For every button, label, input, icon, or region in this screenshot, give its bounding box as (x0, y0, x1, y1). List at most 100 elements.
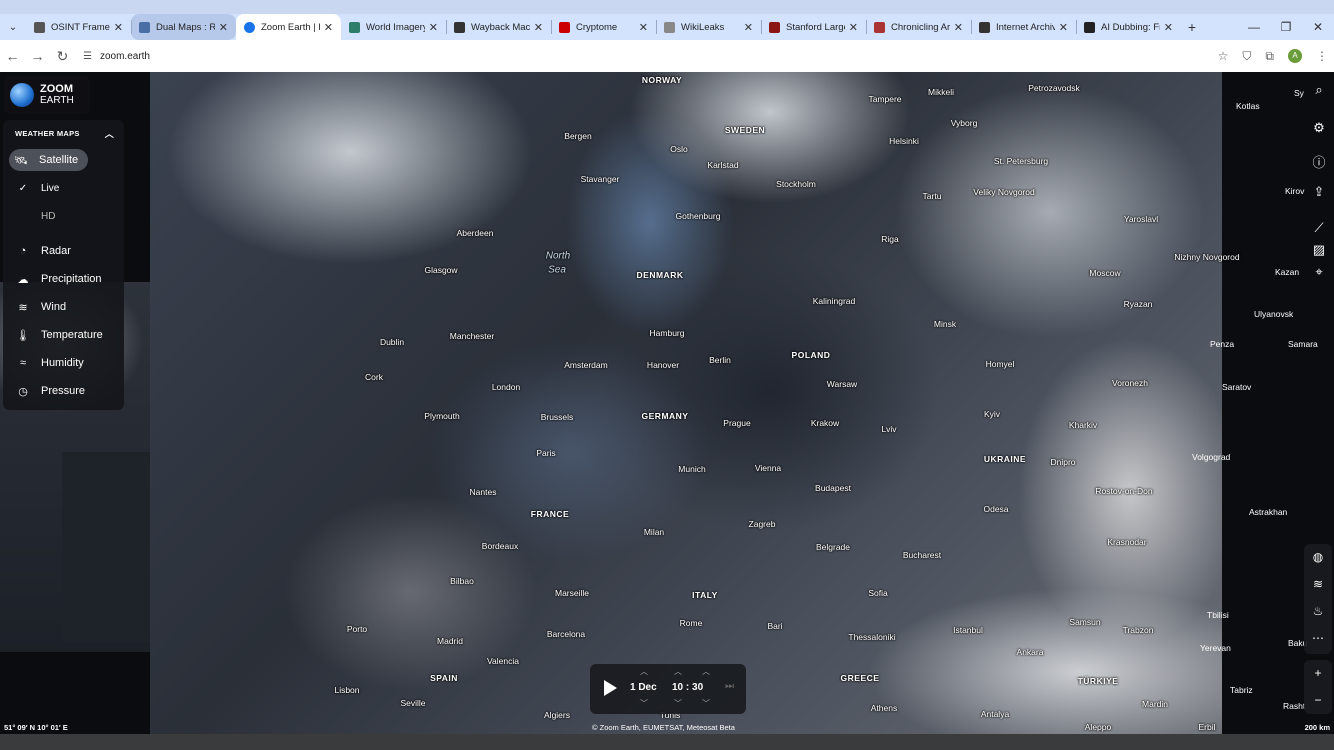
label-london: London (491, 382, 521, 392)
close-icon[interactable]: ✕ (639, 21, 648, 34)
wayback-favicon-icon (454, 21, 465, 33)
label-st-petersburg: St. Petersburg (993, 156, 1049, 166)
close-icon[interactable]: ✕ (534, 21, 543, 34)
close-icon[interactable]: ✕ (1059, 21, 1068, 34)
back-icon[interactable]: ← (0, 48, 25, 64)
tab-stanford[interactable]: Stanford Large ✕ (761, 14, 866, 40)
close-icon[interactable]: ✕ (114, 21, 123, 34)
measure-distance-icon[interactable]: ⟋ (1304, 220, 1334, 242)
site-info-icon[interactable]: ☰ (83, 51, 92, 62)
hour-down-chevron-icon[interactable]: ﹀ (674, 698, 682, 709)
extensions-icon[interactable]: ⧉ (1265, 49, 1274, 64)
label-rostov-on-don: Rostov-on-Don (1095, 486, 1153, 496)
date-display[interactable]: 1 Dec (630, 682, 657, 693)
close-window-icon[interactable]: ✕ (1302, 14, 1334, 40)
label-glasgow: Glasgow (424, 265, 458, 275)
menu-humidity[interactable]: ≈ Humidity (3, 349, 124, 377)
close-icon[interactable]: ✕ (219, 21, 228, 34)
menu-radar[interactable]: ◔ Radar (3, 237, 124, 265)
label-odesa: Odesa (983, 504, 1009, 514)
chevron-up-icon[interactable]: ︿ (105, 127, 114, 140)
label-rasht: Rasht (1283, 701, 1306, 711)
profile-avatar[interactable]: A (1288, 49, 1302, 63)
restore-icon[interactable]: ❐ (1270, 14, 1302, 40)
menu-satellite[interactable]: 🛰 Satellite (3, 146, 124, 174)
date-up-chevron-icon[interactable]: ︿ (640, 666, 648, 677)
more-icon[interactable]: ⋯ (1304, 625, 1332, 652)
close-icon[interactable]: ✕ (1164, 21, 1173, 34)
label-moscow: Moscow (1089, 268, 1121, 278)
zoom-earth-logo[interactable]: ZOOM EARTH (4, 76, 90, 114)
tab-zoom-earth[interactable]: Zoom Earth | L ✕ (236, 14, 341, 40)
close-icon[interactable]: ✕ (744, 21, 753, 34)
wind-layer-icon[interactable]: ≋ (1304, 571, 1332, 598)
bookmark-star-icon[interactable]: ☆ (1218, 49, 1229, 63)
close-icon[interactable]: ✕ (954, 21, 963, 34)
tab-internet-archive[interactable]: Internet Archiv ✕ (971, 14, 1076, 40)
close-icon[interactable]: ✕ (849, 21, 858, 34)
tab-osint[interactable]: OSINT Framew ✕ (26, 14, 131, 40)
measure-area-icon[interactable]: ▨ (1304, 242, 1334, 264)
forward-icon[interactable]: → (25, 48, 50, 64)
search-icon[interactable]: ⌕ (1304, 82, 1334, 104)
minute-up-chevron-icon[interactable]: ︿ (702, 666, 710, 677)
label-italy: ITALY (692, 590, 718, 600)
label-thessaloniki: Thessaloniki (848, 632, 896, 642)
menu-wind[interactable]: ≋ Wind (3, 293, 124, 321)
new-tab-button[interactable]: + (1181, 19, 1203, 35)
label-bari: Bari (767, 621, 783, 631)
label-minsk: Minsk (933, 319, 957, 329)
tab-dual-maps[interactable]: Dual Maps : Re ✕ (131, 14, 236, 40)
tab-ai-dubbing[interactable]: AI Dubbing: Fr ✕ (1076, 14, 1181, 40)
label-mikkeli: Mikkeli (928, 87, 954, 97)
play-icon[interactable] (604, 680, 617, 696)
tab-chronicling[interactable]: Chronicling Ar ✕ (866, 14, 971, 40)
label-aleppo: Aleppo (1084, 722, 1112, 732)
minute-value[interactable]: 30 (692, 682, 703, 693)
label-saratov: Saratov (1222, 382, 1252, 392)
minute-down-chevron-icon[interactable]: ﹀ (702, 698, 710, 709)
label-cork: Cork (365, 372, 383, 382)
date-down-chevron-icon[interactable]: ﹀ (640, 698, 648, 709)
shield-icon[interactable]: ⛉ (1242, 49, 1251, 64)
zoom-in-icon[interactable]: + (1304, 660, 1332, 687)
menu-hd[interactable]: HD (3, 202, 124, 230)
skip-to-end-icon[interactable]: ⏭ (725, 681, 734, 692)
close-icon[interactable]: ✕ (429, 21, 438, 34)
label-samara: Samara (1288, 339, 1318, 349)
locate-icon[interactable]: ⌖ (1304, 264, 1334, 294)
label-astrakhan: Astrakhan (1249, 507, 1288, 517)
menu-icon[interactable]: ⋮ (1316, 49, 1328, 63)
tab-cryptome[interactable]: Cryptome ✕ (551, 14, 656, 40)
menu-precipitation[interactable]: ☁ Precipitation (3, 265, 124, 293)
url-field[interactable]: ☰ zoom.earth (83, 51, 150, 62)
tab-wikileaks[interactable]: WikiLeaks ✕ (656, 14, 761, 40)
satellite-layer-icon[interactable]: ◍ (1304, 544, 1332, 571)
minimize-icon[interactable]: — (1238, 14, 1270, 40)
hour-value[interactable]: 10 (672, 682, 683, 693)
hour-up-chevron-icon[interactable]: ︿ (674, 666, 682, 677)
label-porto: Porto (346, 624, 368, 634)
tab-title: Stanford Large (786, 21, 845, 33)
info-icon[interactable]: ⓘ (1304, 152, 1334, 184)
menu-temperature[interactable]: 🌡 Temperature (3, 321, 124, 349)
menu-live[interactable]: ✓ Live (3, 174, 124, 202)
panel-header[interactable]: WEATHER MAPS ︿ (3, 120, 124, 146)
label-sy: Sy (1294, 88, 1304, 98)
zoom-out-icon[interactable]: − (1304, 687, 1332, 714)
zoom-earth-favicon-icon (244, 21, 255, 33)
label-lviv: Lviv (881, 424, 897, 434)
gear-icon[interactable]: ⚙ (1304, 120, 1334, 152)
share-icon[interactable]: ⇪ (1304, 184, 1334, 216)
window-controls: — ❐ ✕ (1238, 14, 1334, 40)
reload-icon[interactable]: ↻ (50, 48, 75, 65)
tab-search-icon[interactable]: ⌄ (0, 14, 26, 40)
label-ukraine: UKRAINE (983, 454, 1027, 464)
close-icon[interactable]: ✕ (324, 21, 333, 34)
tab-wayback[interactable]: Wayback Mach ✕ (446, 14, 551, 40)
fire-icon[interactable]: ♨ (1304, 598, 1332, 625)
menu-pressure[interactable]: ◷ Pressure (3, 377, 124, 405)
tab-world-imagery[interactable]: World Imagery ✕ (341, 14, 446, 40)
label-riga: Riga (881, 234, 899, 244)
map-viewport[interactable]: NORWAY SWEDEN DENMARK POLAND GERMANY FRA… (0, 72, 1334, 734)
